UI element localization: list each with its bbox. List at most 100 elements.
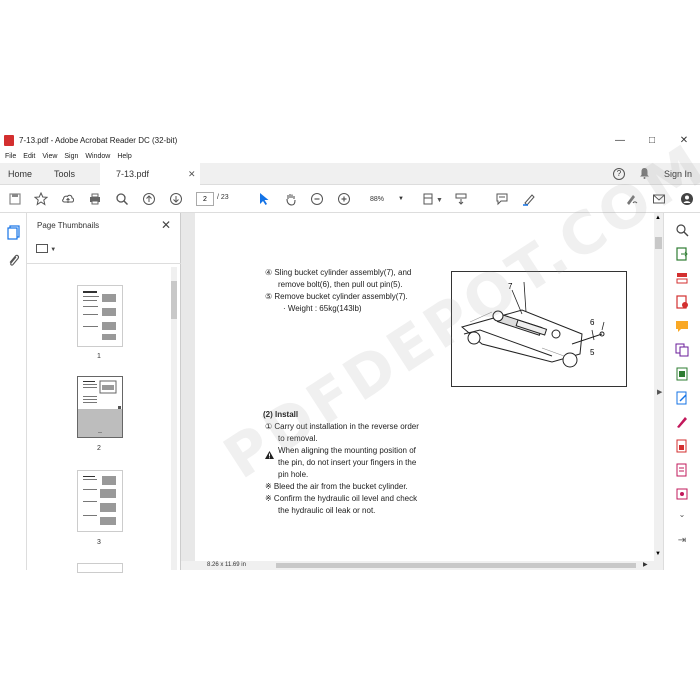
- warning-icon: [265, 446, 274, 464]
- scroll-right-icon[interactable]: ▶: [643, 561, 648, 568]
- zoom-value: 88%: [370, 195, 385, 203]
- page-fit-dropdown-icon[interactable]: ▼: [436, 197, 443, 204]
- save-icon[interactable]: [6, 190, 24, 208]
- menu-bar: File Edit View Sign Window Help: [0, 150, 700, 163]
- thumbnail-page-1[interactable]: [77, 285, 123, 347]
- comment-tool-icon[interactable]: [675, 319, 689, 333]
- warning-line-1: When aligning the mounting position of: [278, 446, 416, 455]
- create-pdf-icon[interactable]: [675, 295, 689, 309]
- tab-bar: Home Tools 7-13.pdf ✕: [0, 163, 700, 185]
- upload-cloud-icon[interactable]: [59, 190, 77, 208]
- menu-view[interactable]: View: [42, 153, 57, 160]
- protect-pdf-icon[interactable]: [675, 439, 689, 453]
- chevron-down-icon[interactable]: ⌄: [675, 510, 689, 524]
- search-icon[interactable]: [113, 190, 131, 208]
- left-navigation-rail: [0, 213, 27, 570]
- menu-sign[interactable]: Sign: [64, 153, 78, 160]
- collapse-right-panel-icon[interactable]: ▶: [657, 388, 662, 396]
- maximize-button[interactable]: □: [636, 130, 668, 150]
- scroll-mode-icon[interactable]: [452, 190, 470, 208]
- document-vertical-scrollbar[interactable]: ▲ ▼: [654, 213, 663, 561]
- page-thumbnails-panel: Page Thumbnails ✕ ▼ 1 2 3: [27, 213, 181, 573]
- acrobat-logo-icon: [4, 134, 14, 146]
- fill-sign-icon[interactable]: [675, 415, 689, 429]
- thumbnail-label-3: 3: [97, 539, 101, 546]
- bucket-cylinder-figure: 7 6 5: [451, 271, 627, 387]
- organize-pages-icon[interactable]: [675, 271, 689, 285]
- tab-document-label: 7-13.pdf: [116, 169, 150, 179]
- close-panel-icon[interactable]: ✕: [161, 218, 171, 232]
- attachment-icon[interactable]: [7, 253, 20, 268]
- compress-pdf-icon[interactable]: [675, 367, 689, 381]
- thumbnail-page-2[interactable]: [77, 376, 123, 438]
- scroll-up-icon[interactable]: ▲: [655, 215, 661, 221]
- figure-label-5: 5: [590, 348, 595, 357]
- edit-pdf-icon[interactable]: [675, 391, 689, 405]
- figure-label-7: 7: [508, 282, 513, 291]
- list-options-icon: [36, 244, 48, 254]
- more-tools-icon[interactable]: [675, 487, 689, 501]
- close-tab-icon[interactable]: ✕: [188, 169, 196, 180]
- zoom-select[interactable]: 88% ▼: [362, 192, 406, 206]
- scroll-down-icon[interactable]: ▼: [655, 551, 661, 557]
- step-4-line-2: remove bolt(6), then pull out pin(5).: [278, 280, 403, 289]
- export-pdf-icon[interactable]: [675, 247, 689, 261]
- pdf-page: ④ Sling bucket cylinder assembly(7), and…: [195, 213, 654, 561]
- chevron-down-icon: ▼: [50, 247, 57, 253]
- tab-tools[interactable]: Tools: [54, 163, 94, 185]
- thumbnail-page-4[interactable]: [77, 563, 123, 573]
- panel-divider: [27, 263, 181, 264]
- page-thumbnails-icon[interactable]: [7, 225, 20, 240]
- hand-tool-icon[interactable]: [282, 190, 300, 208]
- thumbnail-label-2: 2: [97, 445, 101, 452]
- step-4-line-1: ④ Sling bucket cylinder assembly(7), and: [265, 268, 412, 277]
- collapse-tools-pane-icon[interactable]: ⇥: [675, 535, 689, 549]
- combine-files-icon[interactable]: [675, 343, 689, 357]
- zoom-tool-icon[interactable]: [675, 223, 689, 237]
- send-for-review-icon[interactable]: [675, 463, 689, 477]
- help-icon[interactable]: ?: [612, 168, 625, 180]
- right-tools-pane: ⌄ ⇥: [663, 213, 700, 570]
- status-bar: 8.26 x 11.69 in ▶: [181, 561, 663, 570]
- mail-icon[interactable]: [650, 190, 668, 208]
- page-total: / 23: [217, 194, 229, 201]
- previous-page-icon[interactable]: [140, 190, 158, 208]
- menu-help[interactable]: Help: [117, 153, 131, 160]
- sign-pen-icon[interactable]: [622, 190, 640, 208]
- note-oil-level-line-1: ※ Confirm the hydraulic oil level and ch…: [265, 494, 418, 503]
- menu-file[interactable]: File: [5, 153, 16, 160]
- top-right-actions: ? Sign In: [612, 163, 692, 185]
- install-heading: (2) Install: [263, 410, 299, 419]
- tab-home[interactable]: Home: [8, 163, 48, 185]
- note-bleed-air: ※ Bleed the air from the bucket cylinder…: [265, 482, 408, 491]
- highlight-pen-icon[interactable]: [520, 190, 538, 208]
- select-cursor-icon[interactable]: [255, 190, 273, 208]
- horizontal-scrollbar-thumb[interactable]: [276, 563, 636, 568]
- menu-window[interactable]: Window: [85, 153, 110, 160]
- next-page-icon[interactable]: [167, 190, 185, 208]
- panel-scrollbar-thumb[interactable]: [171, 281, 177, 319]
- zoom-in-icon[interactable]: [335, 190, 353, 208]
- panel-scrollbar[interactable]: [171, 267, 177, 570]
- account-icon[interactable]: [678, 190, 696, 208]
- tab-document[interactable]: 7-13.pdf: [100, 163, 200, 185]
- title-bar: 7-13.pdf - Adobe Acrobat Reader DC (32-b…: [0, 130, 700, 150]
- close-window-button[interactable]: ✕: [668, 130, 700, 150]
- bookmark-star-icon[interactable]: [32, 190, 50, 208]
- comment-icon[interactable]: [493, 190, 511, 208]
- sign-in-link[interactable]: Sign In: [664, 169, 692, 179]
- print-icon[interactable]: [86, 190, 104, 208]
- minimize-button[interactable]: —: [604, 130, 636, 150]
- thumbnail-page-3[interactable]: [77, 470, 123, 532]
- menu-edit[interactable]: Edit: [23, 153, 35, 160]
- main-toolbar: 2 / 23 88% ▼ ▼: [0, 185, 700, 213]
- document-scrollbar-thumb[interactable]: [655, 237, 662, 249]
- bell-icon[interactable]: [639, 167, 650, 182]
- acrobat-window: 7-13.pdf - Adobe Acrobat Reader DC (32-b…: [0, 130, 700, 573]
- step-5: ⑤ Remove bucket cylinder assembly(7).: [265, 292, 408, 301]
- thumbnail-options-menu[interactable]: ▼: [36, 244, 57, 254]
- page-number-input[interactable]: 2: [196, 192, 214, 206]
- install-step-1-line-1: ① Carry out installation in the reverse …: [265, 422, 419, 431]
- zoom-out-icon[interactable]: [308, 190, 326, 208]
- thumbnail-label-1: 1: [97, 353, 101, 360]
